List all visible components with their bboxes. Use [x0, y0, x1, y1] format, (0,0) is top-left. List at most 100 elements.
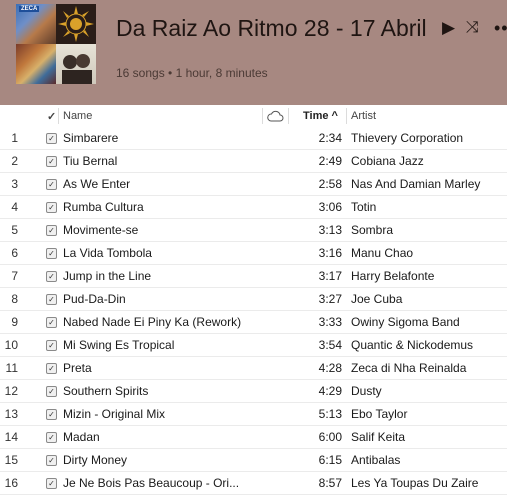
playlist-header: ZECA Da Raiz Ao Ritmo 28 - 17 Abril 16 s… — [0, 0, 507, 105]
track-time: 2:58 — [318, 177, 342, 191]
track-name: La Vida Tombola — [63, 246, 152, 260]
table-row[interactable]: 1 ✓ Simbarere 2:34 Thievery Corporation — [0, 127, 507, 150]
album-art-1: ZECA — [16, 4, 56, 44]
track-name: Je Ne Bois Pas Beaucoup - Ori... — [63, 476, 240, 490]
track-number: 4 — [11, 200, 18, 214]
track-artist: Totin — [351, 200, 377, 214]
track-number: 5 — [11, 223, 18, 237]
track-checkbox[interactable]: ✓ — [46, 386, 57, 397]
track-time: 6:15 — [318, 453, 342, 467]
cloud-icon[interactable] — [266, 109, 284, 123]
track-name: Rumba Cultura — [63, 200, 144, 214]
track-artist: Joe Cuba — [351, 292, 403, 306]
track-time: 6:00 — [318, 430, 342, 444]
playlist-artwork[interactable]: ZECA — [16, 4, 96, 84]
track-time: 3:17 — [318, 269, 342, 283]
track-number: 16 — [4, 476, 18, 490]
column-divider[interactable] — [262, 108, 263, 124]
table-row[interactable]: 11 ✓ Preta 4:28 Zeca di Nha Reinalda — [0, 357, 507, 380]
table-row[interactable]: 9 ✓ Nabed Nade Ei Piny Ka (Rework) 3:33 … — [0, 311, 507, 334]
track-number: 6 — [11, 246, 18, 260]
shuffle-icon[interactable]: ⤨ — [466, 18, 479, 38]
table-row[interactable]: 5 ✓ Movimente-se 3:13 Sombra — [0, 219, 507, 242]
track-checkbox[interactable]: ✓ — [46, 225, 57, 236]
track-artist: Quantic & Nickodemus — [351, 338, 474, 352]
track-checkbox[interactable]: ✓ — [46, 455, 57, 466]
track-artist: Salif Keita — [351, 430, 406, 444]
track-artist: Harry Belafonte — [351, 269, 435, 283]
table-row[interactable]: 16 ✓ Je Ne Bois Pas Beaucoup - Ori... 8:… — [0, 472, 507, 495]
table-row[interactable]: 8 ✓ Pud-Da-Din 3:27 Joe Cuba — [0, 288, 507, 311]
track-name: Nabed Nade Ei Piny Ka (Rework) — [63, 315, 242, 329]
track-time: 3:06 — [318, 200, 342, 214]
track-checkbox[interactable]: ✓ — [46, 271, 57, 282]
column-divider[interactable] — [346, 108, 347, 124]
track-number: 13 — [4, 407, 18, 421]
track-number: 7 — [11, 269, 18, 283]
track-checkbox[interactable]: ✓ — [46, 340, 57, 351]
track-checkbox[interactable]: ✓ — [46, 202, 57, 213]
column-divider[interactable] — [58, 108, 59, 124]
track-checkbox[interactable]: ✓ — [46, 294, 57, 305]
table-row[interactable]: 7 ✓ Jump in the Line 3:17 Harry Belafont… — [0, 265, 507, 288]
column-header-time[interactable]: Time ^ — [303, 110, 338, 122]
track-number: 10 — [4, 338, 18, 352]
track-name: Movimente-se — [63, 223, 139, 237]
track-name: Mi Swing Es Tropical — [63, 338, 175, 352]
track-name: Preta — [63, 361, 92, 375]
track-name: Dirty Money — [63, 453, 128, 467]
column-header-artist[interactable]: Artist — [351, 110, 376, 122]
column-divider[interactable] — [288, 108, 289, 124]
track-checkbox[interactable]: ✓ — [46, 156, 57, 167]
track-checkbox[interactable]: ✓ — [46, 248, 57, 259]
track-artist: Dusty — [351, 384, 382, 398]
table-row[interactable]: 4 ✓ Rumba Cultura 3:06 Totin — [0, 196, 507, 219]
track-artist: Manu Chao — [351, 246, 414, 260]
track-artist: Thievery Corporation — [351, 131, 464, 145]
track-artist: Sombra — [351, 223, 394, 237]
track-name: Madan — [63, 430, 100, 444]
track-checkbox[interactable]: ✓ — [46, 409, 57, 420]
track-time: 3:33 — [318, 315, 342, 329]
sun-emblem-icon — [58, 6, 94, 42]
track-time: 5:13 — [318, 407, 342, 421]
play-icon[interactable]: ▶ — [442, 18, 455, 38]
table-row[interactable]: 6 ✓ La Vida Tombola 3:16 Manu Chao — [0, 242, 507, 265]
playlist-summary: 16 songs • 1 hour, 8 minutes — [116, 66, 268, 80]
track-name: Simbarere — [63, 131, 119, 145]
table-row[interactable]: 14 ✓ Madan 6:00 Salif Keita — [0, 426, 507, 449]
track-checkbox[interactable]: ✓ — [46, 363, 57, 374]
playlist-title: Da Raiz Ao Ritmo 28 - 17 Abril — [116, 15, 427, 41]
column-header-check[interactable]: ✓ — [47, 110, 56, 123]
track-artist: Cobiana Jazz — [351, 154, 424, 168]
track-name: Jump in the Line — [63, 269, 152, 283]
table-row[interactable]: 15 ✓ Dirty Money 6:15 Antibalas — [0, 449, 507, 472]
more-options-icon[interactable]: ••• — [494, 18, 507, 38]
track-time: 4:28 — [318, 361, 342, 375]
table-row[interactable]: 2 ✓ Tiu Bernal 2:49 Cobiana Jazz — [0, 150, 507, 173]
track-time: 3:54 — [318, 338, 342, 352]
table-row[interactable]: 3 ✓ As We Enter 2:58 Nas And Damian Marl… — [0, 173, 507, 196]
table-header: ✓ Name Time ^ Artist — [0, 105, 507, 128]
track-name: As We Enter — [63, 177, 131, 191]
track-number: 1 — [11, 131, 18, 145]
track-time: 4:29 — [318, 384, 342, 398]
table-row[interactable]: 10 ✓ Mi Swing Es Tropical 3:54 Quantic &… — [0, 334, 507, 357]
track-name: Pud-Da-Din — [63, 292, 126, 306]
track-number: 9 — [11, 315, 18, 329]
table-row[interactable]: 12 ✓ Southern Spirits 4:29 Dusty — [0, 380, 507, 403]
track-number: 3 — [11, 177, 18, 191]
table-row[interactable]: 13 ✓ Mizin - Original Mix 5:13 Ebo Taylo… — [0, 403, 507, 426]
track-checkbox[interactable]: ✓ — [46, 133, 57, 144]
track-number: 12 — [4, 384, 18, 398]
artwork-label: ZECA — [19, 6, 40, 12]
track-list: 1 ✓ Simbarere 2:34 Thievery Corporation … — [0, 127, 507, 495]
track-name: Tiu Bernal — [63, 154, 118, 168]
track-number: 8 — [11, 292, 18, 306]
track-checkbox[interactable]: ✓ — [46, 317, 57, 328]
column-header-name[interactable]: Name — [63, 110, 92, 122]
track-checkbox[interactable]: ✓ — [46, 432, 57, 443]
track-checkbox[interactable]: ✓ — [46, 179, 57, 190]
track-checkbox[interactable]: ✓ — [46, 478, 57, 489]
track-number: 14 — [4, 430, 18, 444]
